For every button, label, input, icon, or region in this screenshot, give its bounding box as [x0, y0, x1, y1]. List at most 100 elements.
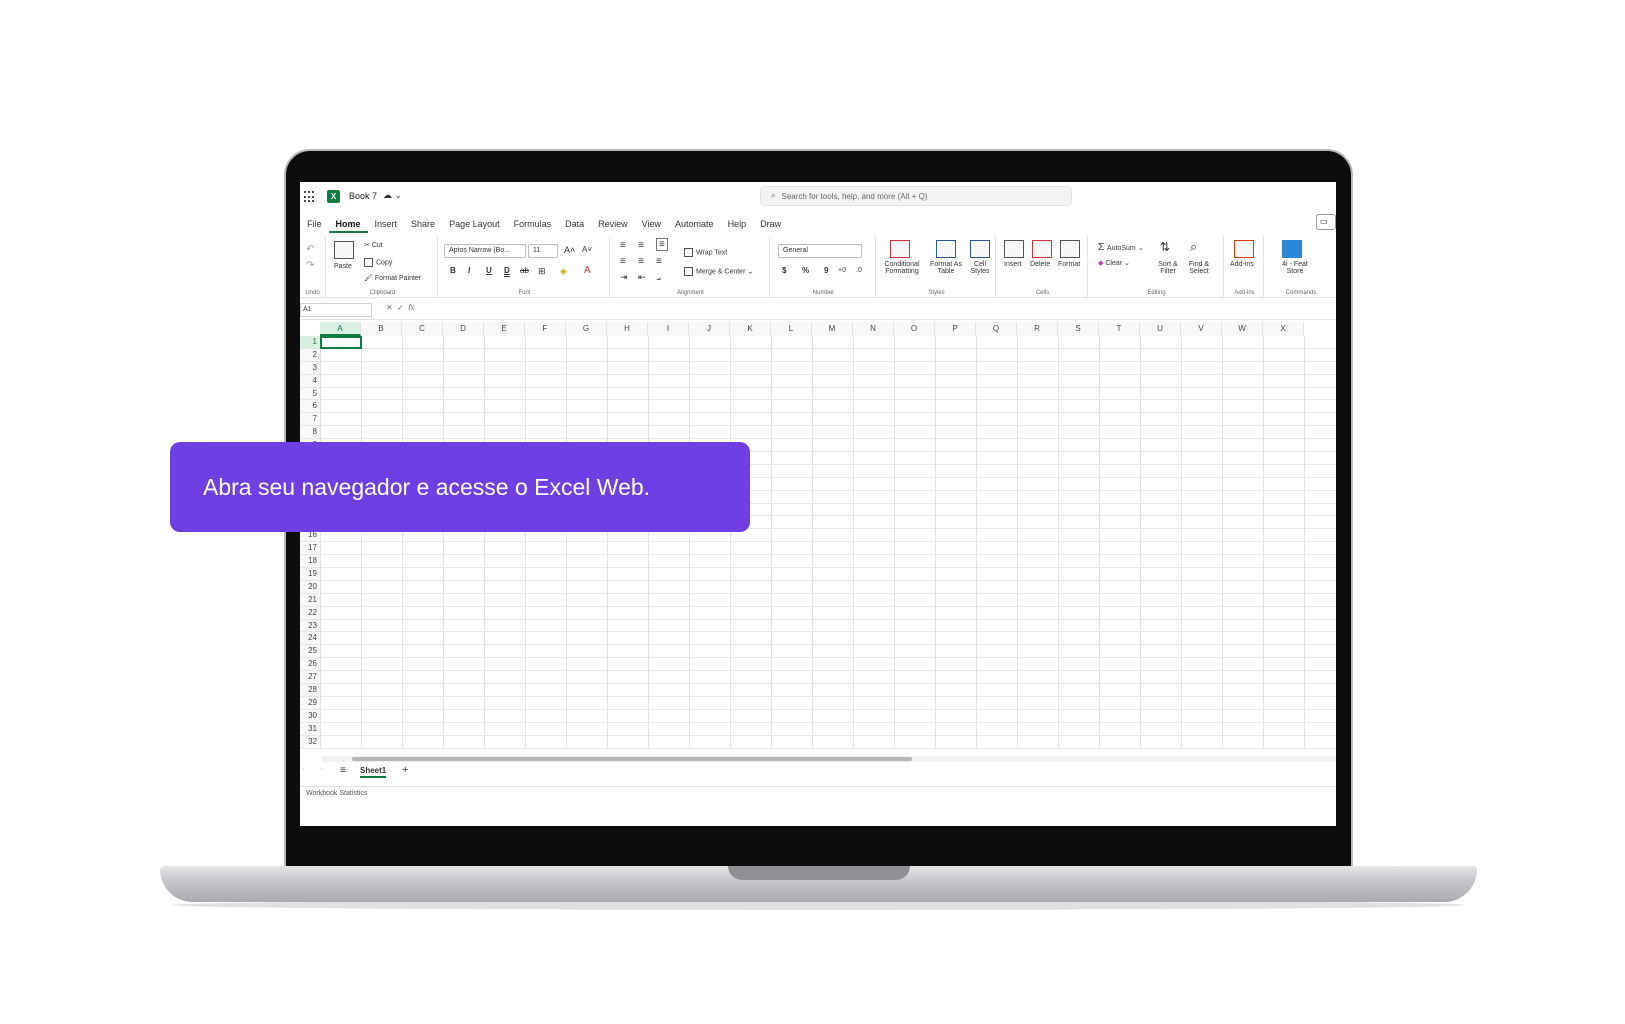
- row-cells[interactable]: [320, 374, 1336, 388]
- row-header[interactable]: 5: [300, 387, 320, 401]
- row-cells[interactable]: [320, 632, 1336, 646]
- outdent-icon[interactable]: ⇤: [638, 272, 646, 283]
- merge-center-button[interactable]: Merge & Center ⌄: [684, 267, 753, 276]
- column-header-j[interactable]: J: [689, 322, 730, 336]
- feature-store-icon[interactable]: [1282, 240, 1302, 258]
- row-cells[interactable]: [320, 593, 1336, 607]
- column-header-v[interactable]: V: [1181, 322, 1222, 336]
- percent-button[interactable]: %: [802, 266, 809, 275]
- tab-insert[interactable]: Insert: [368, 215, 405, 233]
- row-header[interactable]: 4: [300, 374, 320, 388]
- row-cells[interactable]: [320, 387, 1336, 401]
- currency-button[interactable]: $: [782, 266, 786, 275]
- row-header[interactable]: 20: [300, 580, 320, 594]
- row-header[interactable]: 8: [300, 426, 320, 440]
- tab-data[interactable]: Data: [558, 215, 591, 233]
- row-cells[interactable]: [320, 671, 1336, 685]
- tab-file[interactable]: File: [300, 215, 329, 233]
- row-header[interactable]: 24: [300, 632, 320, 646]
- document-title[interactable]: Book 7: [349, 191, 377, 201]
- wrap-text-button[interactable]: Wrap Text: [684, 248, 727, 257]
- row-header[interactable]: 6: [300, 400, 320, 414]
- decrease-decimal-icon[interactable]: .0: [856, 267, 862, 274]
- comments-button[interactable]: ▭: [1316, 214, 1336, 230]
- find-select-icon[interactable]: ⌕: [1190, 239, 1197, 255]
- align-center-icon[interactable]: ≡: [638, 256, 644, 267]
- conditional-formatting-icon[interactable]: [890, 240, 910, 258]
- feature-store-button[interactable]: 4i - Feat Store: [1270, 261, 1320, 275]
- row-cells[interactable]: [320, 645, 1336, 659]
- grow-font-icon[interactable]: A˄: [564, 245, 575, 255]
- number-format-select[interactable]: General: [778, 244, 862, 258]
- bold-button[interactable]: B: [450, 266, 456, 275]
- column-header-p[interactable]: P: [935, 322, 976, 336]
- sheet-tab-sheet1[interactable]: Sheet1: [360, 766, 387, 778]
- column-header-n[interactable]: N: [853, 322, 894, 336]
- align-middle-icon[interactable]: ≡: [638, 240, 644, 251]
- search-box[interactable]: ⌕ Search for tools, help, and more (Alt …: [760, 186, 1072, 206]
- font-name-select[interactable]: Aptos Narrow (Bo...: [444, 244, 526, 258]
- align-bottom-icon[interactable]: ≡: [656, 238, 668, 251]
- orientation-icon[interactable]: ⦟: [656, 272, 661, 283]
- row-cells[interactable]: [320, 426, 1336, 440]
- name-box[interactable]: A1: [300, 303, 372, 317]
- tab-page-layout[interactable]: Page Layout: [442, 215, 507, 233]
- tab-share[interactable]: Share: [404, 215, 442, 233]
- tab-formulas[interactable]: Formulas: [507, 215, 559, 233]
- row-cells[interactable]: [320, 684, 1336, 697]
- row-cells[interactable]: [320, 619, 1336, 633]
- row-header[interactable]: 7: [300, 413, 320, 427]
- column-header-b[interactable]: B: [361, 322, 402, 336]
- row-header[interactable]: 22: [300, 606, 320, 620]
- addins-button[interactable]: Add-ins: [1230, 261, 1254, 268]
- column-header-o[interactable]: O: [894, 322, 935, 336]
- row-header[interactable]: 32: [300, 735, 320, 749]
- cell-styles-button[interactable]: Cell Styles: [966, 261, 994, 275]
- format-cells-button[interactable]: Format: [1058, 261, 1080, 268]
- column-header-k[interactable]: K: [730, 322, 771, 336]
- strikethrough-button[interactable]: ab: [520, 266, 529, 275]
- align-right-icon[interactable]: ≡: [656, 256, 662, 267]
- row-header[interactable]: 26: [300, 658, 320, 672]
- column-header-d[interactable]: D: [443, 322, 484, 336]
- font-size-select[interactable]: 11: [528, 244, 558, 258]
- row-header[interactable]: 21: [300, 593, 320, 607]
- sync-status-icon[interactable]: ☁ ⌄: [383, 190, 402, 201]
- increase-decimal-icon[interactable]: +0: [838, 267, 846, 274]
- column-header-q[interactable]: Q: [976, 322, 1017, 336]
- row-header[interactable]: 17: [300, 542, 320, 556]
- redo-icon[interactable]: ↷: [306, 260, 314, 271]
- undo-icon[interactable]: ↶: [306, 244, 314, 255]
- column-header-g[interactable]: G: [566, 322, 607, 336]
- double-underline-button[interactable]: D: [504, 266, 510, 275]
- prev-sheet-icon[interactable]: ‹: [302, 766, 304, 773]
- find-select-button[interactable]: Find & Select: [1184, 261, 1214, 275]
- align-left-icon[interactable]: ≡: [620, 256, 626, 267]
- row-header[interactable]: 23: [300, 619, 320, 633]
- column-header-r[interactable]: R: [1017, 322, 1058, 336]
- column-header-c[interactable]: C: [402, 322, 443, 336]
- row-header[interactable]: 30: [300, 709, 320, 723]
- underline-button[interactable]: U: [486, 266, 492, 275]
- autosum-button[interactable]: Σ AutoSum ⌄: [1098, 242, 1144, 253]
- delete-cells-button[interactable]: Delete: [1030, 261, 1050, 268]
- column-header-f[interactable]: F: [525, 322, 566, 336]
- column-header-w[interactable]: W: [1222, 322, 1263, 336]
- all-sheets-icon[interactable]: ≡: [340, 765, 346, 776]
- sort-filter-icon[interactable]: ⇅: [1160, 240, 1170, 254]
- row-cells[interactable]: [320, 568, 1336, 581]
- fill-color-icon[interactable]: ◈: [560, 266, 567, 277]
- row-cells[interactable]: [320, 348, 1336, 362]
- borders-icon[interactable]: ⊞: [538, 266, 546, 277]
- workbook-statistics[interactable]: Workbook Statistics: [306, 790, 367, 797]
- row-header[interactable]: 3: [300, 361, 320, 375]
- clear-button[interactable]: ◆ Clear ⌄: [1098, 259, 1130, 267]
- cell-styles-icon[interactable]: [970, 240, 990, 258]
- row-header[interactable]: 31: [300, 722, 320, 736]
- format-as-table-icon[interactable]: [936, 240, 956, 258]
- row-cells[interactable]: [320, 542, 1336, 556]
- format-as-table-button[interactable]: Format As Table: [926, 261, 966, 275]
- paste-button[interactable]: Paste: [334, 263, 352, 270]
- sort-filter-button[interactable]: Sort & Filter: [1154, 261, 1182, 275]
- column-header-e[interactable]: E: [484, 322, 525, 336]
